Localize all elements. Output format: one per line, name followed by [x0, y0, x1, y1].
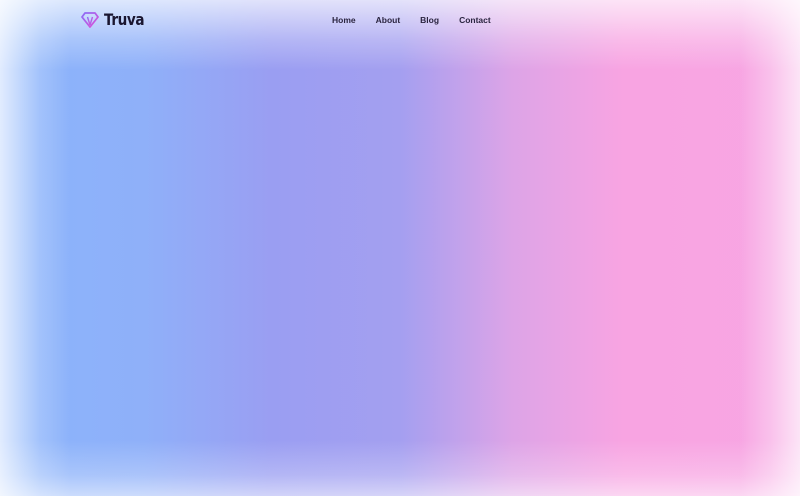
nav-item-blog[interactable]: Blog	[420, 14, 439, 26]
brand-name: Truva	[104, 10, 145, 29]
site-header: Truva Home About Blog Contact	[0, 0, 800, 40]
gem-icon	[81, 11, 99, 28]
brand-logo-link[interactable]: Truva	[81, 10, 151, 29]
nav-item-contact[interactable]: Contact	[459, 14, 491, 26]
nav-item-about[interactable]: About	[376, 14, 401, 26]
nav-item-home[interactable]: Home	[332, 14, 356, 26]
main-nav: Home About Blog Contact	[332, 14, 511, 26]
background-vignette	[0, 0, 800, 496]
